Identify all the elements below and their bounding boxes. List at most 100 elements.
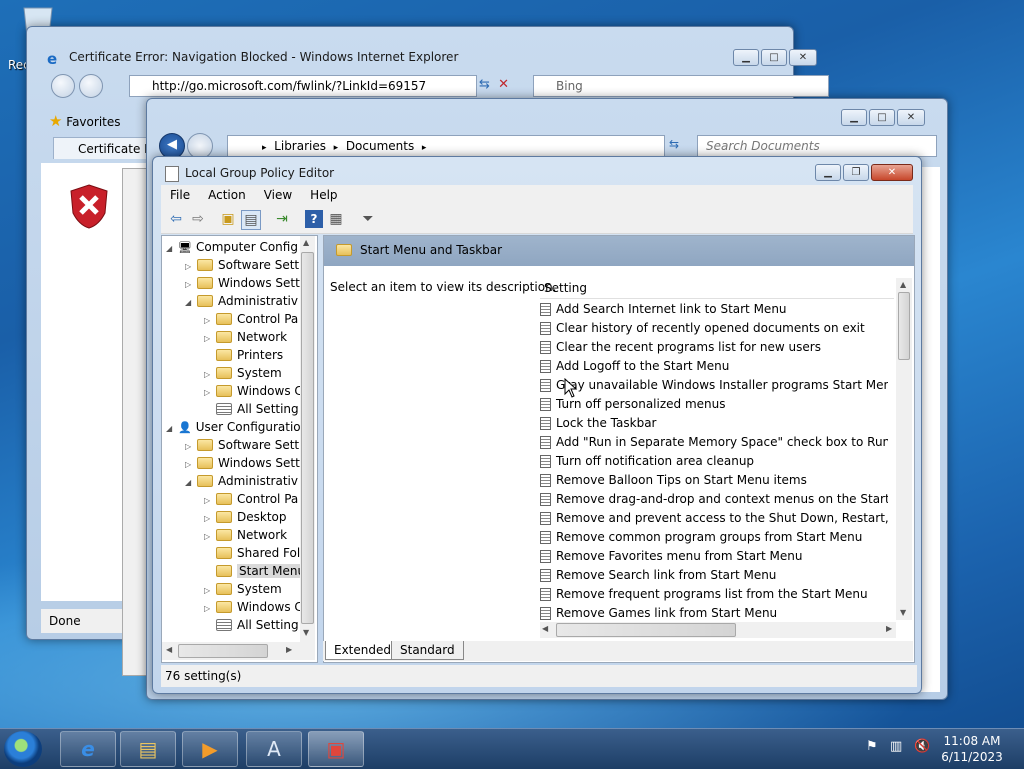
ie-maximize-button[interactable]: □ — [761, 49, 787, 66]
tab-standard[interactable]: Standard — [391, 641, 464, 660]
tree-item[interactable]: ▷ Windows C — [204, 598, 303, 616]
settings-vertical-scrollbar[interactable]: ▲ ▼ — [896, 278, 912, 620]
ie-address-field[interactable]: http://go.microsoft.com/fwlink/?LinkId=6… — [129, 75, 477, 97]
explorer-minimize-button[interactable]: ▁ — [841, 109, 867, 126]
tree-item[interactable]: ▷ System — [204, 580, 282, 598]
tree-item[interactable]: Shared Fol — [204, 544, 300, 562]
ie-close-button[interactable]: ✕ — [789, 49, 817, 66]
gpe-close-button[interactable]: ✕ — [871, 164, 913, 181]
setting-row[interactable]: Add Search Internet link to Start Menu — [540, 300, 888, 319]
start-button[interactable] — [4, 731, 42, 767]
tree-item-label: System — [237, 366, 282, 380]
tree-item[interactable]: ▷ Network — [204, 526, 287, 544]
breadcrumb-documents[interactable]: Documents — [346, 139, 414, 153]
properties-icon[interactable]: ▦ — [327, 210, 345, 228]
tree-item[interactable]: ▷ Software Setti — [185, 256, 302, 274]
setting-row[interactable]: Remove Balloon Tips on Start Menu items — [540, 471, 888, 490]
collapse-arrow-icon[interactable]: ◢ — [185, 474, 197, 492]
tree-item[interactable]: ◢ 🖥 Computer Config — [166, 238, 298, 256]
taskbar-document-icon[interactable]: A — [246, 731, 302, 767]
ie-back-button[interactable] — [51, 74, 75, 98]
menu-action[interactable]: Action — [199, 185, 255, 205]
policy-setting-icon — [540, 474, 551, 487]
tab-extended[interactable]: Extended — [325, 641, 400, 660]
settings-horizontal-scrollbar[interactable]: ◀ ▶ — [540, 622, 896, 638]
tree-item[interactable]: ▷ System — [204, 364, 282, 382]
show-hide-tree-icon[interactable]: ▤ — [241, 210, 261, 230]
tree-item-label: Printers — [237, 348, 284, 362]
collapse-arrow-icon[interactable]: ◢ — [185, 294, 197, 312]
tree-item[interactable]: ▷ Network — [204, 328, 287, 346]
setting-row[interactable]: Turn off personalized menus — [540, 395, 888, 414]
menu-help[interactable]: Help — [301, 185, 346, 205]
menu-view[interactable]: View — [255, 185, 301, 205]
collapse-arrow-icon[interactable]: ◢ — [166, 240, 178, 258]
setting-row[interactable]: Clear history of recently opened documen… — [540, 319, 888, 338]
ie-forward-button[interactable] — [79, 74, 103, 98]
setting-row[interactable]: Remove Games link from Start Menu — [540, 604, 888, 623]
explorer-refresh-icon[interactable]: ⇆ — [669, 137, 679, 151]
tree-item[interactable]: ◢ 👤 User Configuratio — [166, 418, 301, 436]
explorer-close-button[interactable]: ✕ — [897, 109, 925, 126]
setting-row[interactable]: Gray unavailable Windows Installer progr… — [540, 376, 888, 395]
forward-arrow-icon[interactable]: ⇨ — [189, 210, 207, 228]
system-clock[interactable]: 11:08 AM 6/11/2023 — [930, 733, 1014, 765]
tree-item[interactable]: ▷ Control Pa — [204, 310, 298, 328]
network-icon[interactable]: ▥ — [890, 739, 902, 754]
tree-vertical-scrollbar[interactable]: ▲ ▼ — [300, 236, 315, 642]
setting-row[interactable]: Remove and prevent access to the Shut Do… — [540, 509, 888, 528]
ie-search-field[interactable]: Bing — [533, 75, 829, 97]
tree-item[interactable]: ▷ Software Setti — [185, 436, 302, 454]
taskbar-explorer-icon[interactable]: ▤ — [120, 731, 176, 767]
setting-row[interactable]: Add "Run in Separate Memory Space" check… — [540, 433, 888, 452]
volume-muted-icon[interactable]: 🔇 — [914, 739, 930, 754]
taskbar-ie-icon[interactable]: e — [60, 731, 116, 767]
setting-row[interactable]: Remove common program groups from Start … — [540, 528, 888, 547]
tree-item[interactable]: ▷ Windows C — [204, 382, 303, 400]
setting-row[interactable]: Remove Search link from Start Menu — [540, 566, 888, 585]
ie-tab[interactable]: Certificate Err — [53, 137, 153, 159]
tree-horizontal-scrollbar[interactable]: ◀ ▶ — [162, 642, 315, 660]
tree-item-label: Software Setti — [218, 258, 303, 272]
folder-icon — [216, 565, 232, 577]
gpe-window[interactable]: Local Group Policy Editor ▁ ❐ ✕ File Act… — [152, 156, 922, 694]
tree-item[interactable]: ▷ Windows Sett — [185, 274, 300, 292]
setting-row[interactable]: Remove drag-and-drop and context menus o… — [540, 490, 888, 509]
taskbar-media-player-icon[interactable]: ▶ — [182, 731, 238, 767]
taskbar-toolbox-icon[interactable]: ▣ — [308, 731, 364, 767]
tree-item[interactable]: ▷ Control Pa — [204, 490, 298, 508]
explorer-maximize-button[interactable]: □ — [869, 109, 895, 126]
policy-setting-icon — [540, 379, 551, 392]
ie-refresh-stop-icons[interactable]: ⇆ ✕ — [479, 77, 539, 92]
tree-item[interactable]: ◢ Administrativ — [185, 292, 298, 310]
gpe-restore-button[interactable]: ❐ — [843, 164, 869, 181]
help-icon[interactable]: ? — [305, 210, 323, 228]
breadcrumb-libraries[interactable]: Libraries — [274, 139, 326, 153]
action-center-flag-icon[interactable]: ⚑ — [866, 739, 878, 754]
menu-file[interactable]: File — [161, 185, 199, 205]
export-list-icon[interactable]: ⇥ — [273, 210, 291, 228]
setting-column-header[interactable]: Setting — [540, 278, 894, 299]
gpe-title: Local Group Policy Editor — [185, 166, 335, 180]
setting-row[interactable]: Add Logoff to the Start Menu — [540, 357, 888, 376]
tree-item[interactable]: Printers — [204, 346, 283, 364]
tree-item[interactable]: All Setting — [204, 400, 299, 418]
setting-row[interactable]: Lock the Taskbar — [540, 414, 888, 433]
explorer-breadcrumb[interactable]: ▸ Libraries ▸ Documents ▸ — [227, 135, 665, 157]
tree-item[interactable]: ▷ Desktop — [204, 508, 287, 526]
setting-row[interactable]: Remove Favorites menu from Start Menu — [540, 547, 888, 566]
gpe-minimize-button[interactable]: ▁ — [815, 164, 841, 181]
tree-item[interactable]: All Setting — [204, 616, 299, 634]
setting-row[interactable]: Turn off notification area cleanup — [540, 452, 888, 471]
ie-minimize-button[interactable]: ▁ — [733, 49, 759, 66]
tree-item[interactable]: Start Menu — [204, 562, 308, 580]
setting-row[interactable]: Remove frequent programs list from the S… — [540, 585, 888, 604]
collapse-arrow-icon[interactable]: ◢ — [166, 420, 178, 438]
explorer-search-field[interactable]: Search Documents — [697, 135, 937, 157]
back-arrow-icon[interactable]: ⇦ — [167, 210, 185, 228]
tree-item[interactable]: ▷ Windows Sett — [185, 454, 300, 472]
filter-icon[interactable]: ⏷ — [359, 210, 377, 228]
tree-item[interactable]: ◢ Administrativ — [185, 472, 298, 490]
setting-row[interactable]: Clear the recent programs list for new u… — [540, 338, 888, 357]
up-folder-icon[interactable]: ▣ — [219, 210, 237, 228]
